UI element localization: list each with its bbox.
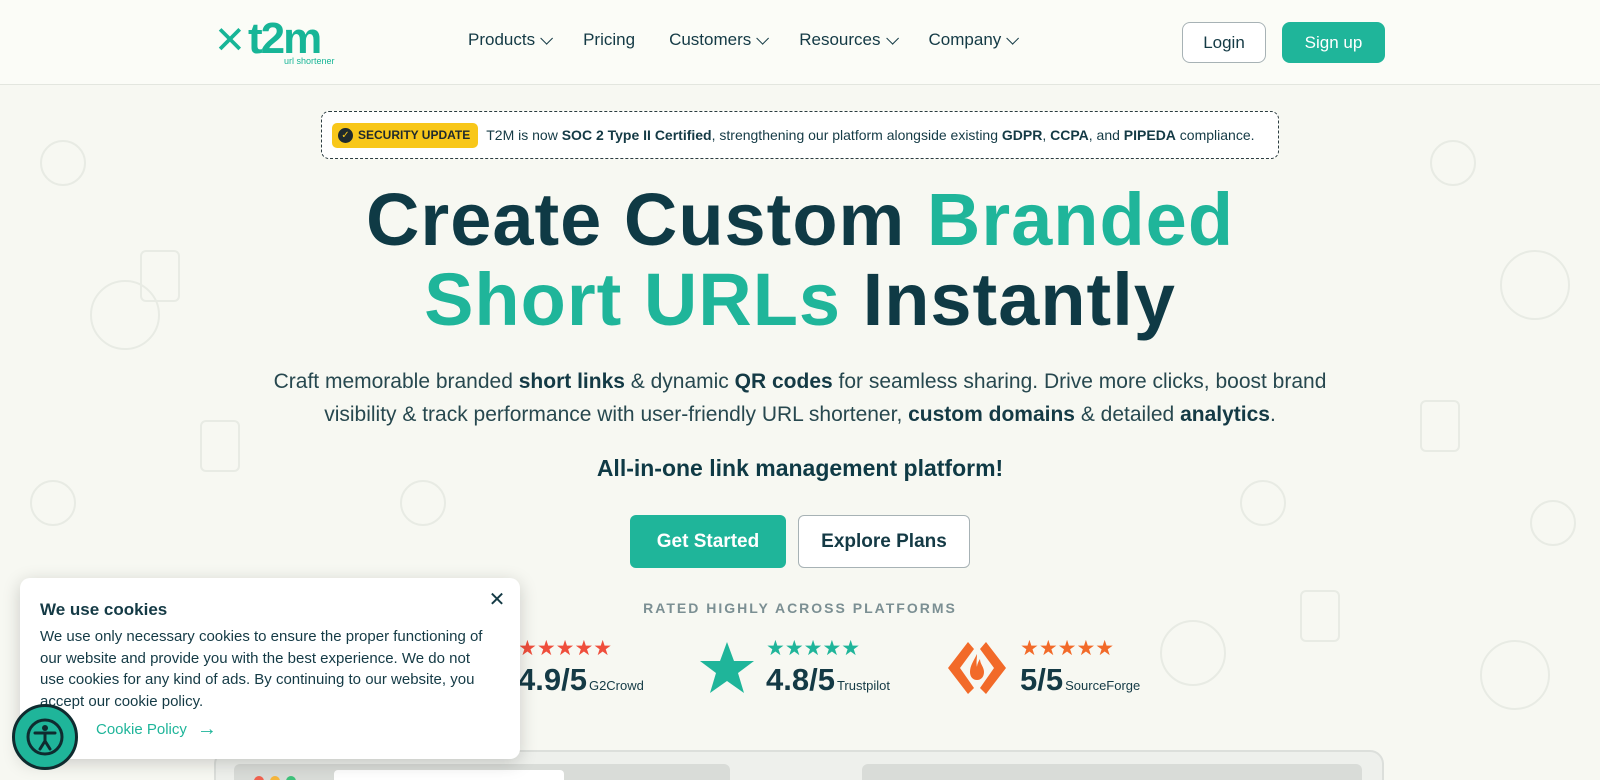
badge-label: SECURITY UPDATE [358,128,471,142]
star-rating-icon: ★★★★★ [518,637,613,660]
t2m-logo[interactable]: ✕ t2m url shortener [214,16,344,68]
cookie-body: We use only necessary cookies to ensure … [40,628,483,710]
trustpilot-star-icon [700,642,754,693]
rating-source: Trustpilot [836,678,890,693]
hero-tagline: All-in-one link management platform! [596,455,1004,481]
preview-panel-left [234,764,730,780]
explore-plans-button[interactable]: Explore Plans [798,515,970,568]
hero-subtitle: Craft memorable branded short links & dy… [273,370,1327,426]
cookie-title: We use cookies [40,600,168,619]
window-dots-icon [254,776,296,780]
chevron-down-icon [756,31,770,45]
chevron-down-icon [540,31,554,45]
arrow-right-icon: → [196,718,217,740]
nav-resources-label: Resources [799,30,881,49]
rating-score: 4.8/5 Trustpilot [766,662,890,697]
nav-products-label: Products [468,30,536,49]
star-rating-icon: ★★★★★ [1020,637,1115,660]
nav-customers-label: Customers [669,30,752,49]
main-nav: Products Pricing Customers Resources Com… [468,30,1049,50]
nav-pricing[interactable]: Pricing [583,30,635,50]
hero-title-line-1: Create Custom Branded [365,178,1235,261]
cookie-policy-link[interactable]: Cookie Policy → [96,718,217,741]
close-icon[interactable]: ✕ [486,588,508,611]
nav-pricing-label: Pricing [583,30,636,49]
logo-subtitle: url shortener [284,56,335,66]
star-rating-icon: ★★★★★ [766,637,861,660]
nav-products[interactable]: Products [468,30,554,50]
rating-source: SourceForge [1065,678,1141,693]
rating-source: G2Crowd [588,678,644,693]
signup-button[interactable]: Sign up [1282,22,1385,63]
security-badge: ✓ SECURITY UPDATE [332,122,479,148]
chevron-down-icon [1006,31,1020,45]
preview-address-bar [334,770,564,780]
cookie-banner: ✕ We use cookies We use only necessary c… [20,578,520,759]
rating-g2crowd[interactable]: ★★★★★ 4.9/5 G2Crowd [518,638,658,698]
get-started-button[interactable]: Get Started [630,515,786,568]
rating-score: 4.9/5 G2Crowd [518,662,644,697]
top-navbar: ✕ t2m url shortener Products Pricing Cus… [0,0,1600,85]
hero-title-line-2: Short URLs Instantly [424,258,1176,341]
accessibility-button[interactable] [12,704,78,770]
nav-customers[interactable]: Customers [669,30,770,50]
cookie-policy-label: Cookie Policy [96,721,187,738]
preview-panel-right [862,764,1362,780]
announcement-text: T2M is now SOC 2 Type II Certified, stre… [486,127,1255,143]
chevron-down-icon [885,31,899,45]
nav-resources[interactable]: Resources [799,30,899,50]
rating-score: 5/5 SourceForge [1020,662,1141,697]
accessibility-icon [26,718,64,756]
nav-company[interactable]: Company [928,30,1020,50]
nav-company-label: Company [928,30,1002,49]
login-button[interactable]: Login [1182,22,1266,63]
security-announcement[interactable]: ✓ SECURITY UPDATE T2M is now SOC 2 Type I… [321,111,1279,159]
rating-sourceforge[interactable]: ★★★★★ 5/5 SourceForge [1020,638,1170,698]
check-circle-icon: ✓ [338,127,353,143]
rating-trustpilot[interactable]: ★★★★★ 4.8/5 Trustpilot [766,638,916,698]
logo-mark-icon: ✕ [214,20,246,62]
sourceforge-logo-icon [948,642,1006,694]
